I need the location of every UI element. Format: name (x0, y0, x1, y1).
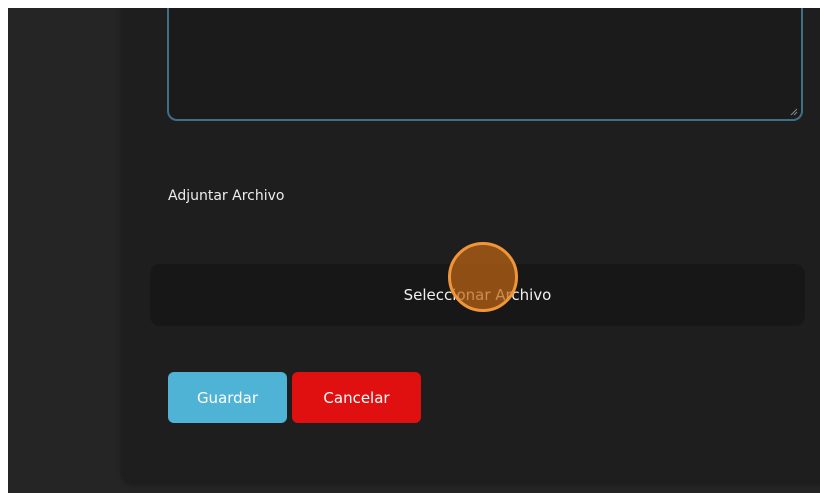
description-textarea[interactable] (167, 8, 803, 121)
resize-handle-icon[interactable] (789, 107, 798, 116)
cancel-button[interactable]: Cancelar (292, 372, 421, 423)
page-viewport: Adjuntar Archivo Seleccionar Archivo Gua… (8, 8, 820, 493)
save-button[interactable]: Guardar (168, 372, 287, 423)
select-file-label: Seleccionar Archivo (403, 286, 552, 304)
attachment-label: Adjuntar Archivo (168, 188, 285, 204)
select-file-button[interactable]: Seleccionar Archivo (150, 264, 805, 326)
form-card: Adjuntar Archivo Seleccionar Archivo Gua… (122, 8, 820, 482)
